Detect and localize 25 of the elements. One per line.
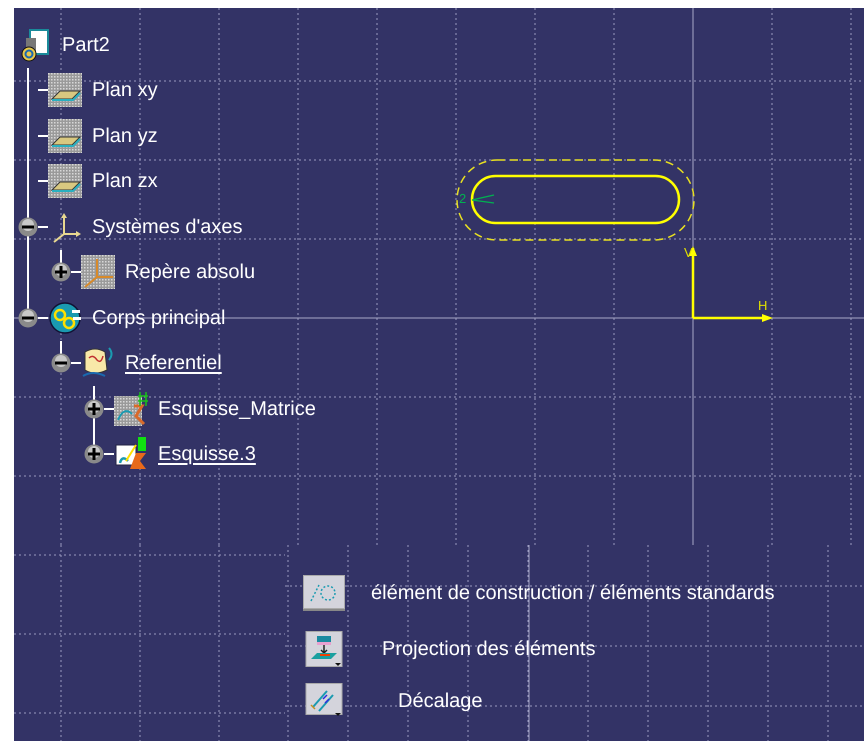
plane-icon <box>48 118 82 153</box>
expand-toggle[interactable] <box>84 444 104 464</box>
sketch-icon <box>114 392 148 426</box>
collapse-toggle[interactable] <box>18 216 38 237</box>
collapse-toggle[interactable] <box>51 353 71 374</box>
tree-item[interactable]: Part2 <box>62 32 110 57</box>
expand-toggle[interactable] <box>84 398 104 419</box>
legend-label: Décalage <box>398 689 483 714</box>
tree-item[interactable]: Plan yz <box>92 124 158 148</box>
tree-item[interactable]: Referentiel <box>125 351 222 376</box>
tree-item[interactable]: Plan xy <box>92 78 158 102</box>
offset-icon <box>303 683 345 719</box>
axis-label: H <box>758 298 768 313</box>
tree-item[interactable]: Systèmes d'axes <box>92 214 243 239</box>
tree-item[interactable]: Esquisse.3 <box>158 442 256 466</box>
plane-icon <box>48 73 82 108</box>
expand-toggle[interactable] <box>51 262 71 282</box>
plane-icon <box>48 164 82 198</box>
tree-item[interactable]: Esquisse_Matrice <box>158 396 316 421</box>
collapse-toggle[interactable] <box>18 308 38 328</box>
tree-item[interactable]: Plan zx <box>92 169 158 194</box>
axis-icon <box>81 255 115 290</box>
dimension-value: 2 <box>459 191 466 206</box>
projection-icon <box>303 631 345 667</box>
tree-item[interactable]: Repère absolu <box>125 260 256 284</box>
